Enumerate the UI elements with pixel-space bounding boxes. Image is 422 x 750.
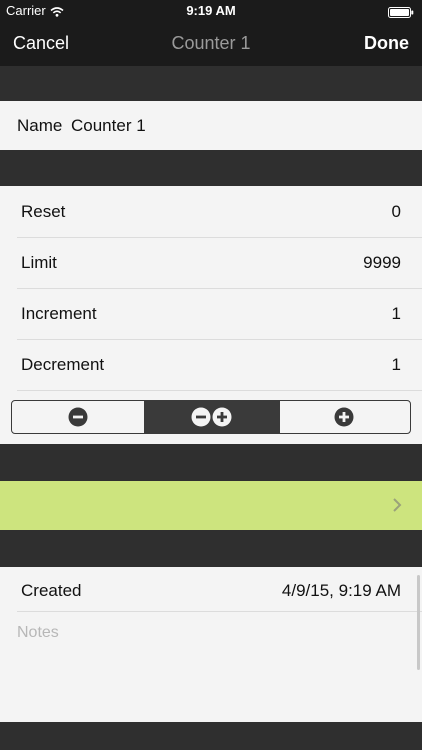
row-divider	[17, 390, 422, 391]
notes-field[interactable]: Notes	[17, 624, 59, 642]
plus-icon	[334, 407, 354, 427]
minus-plus-icon	[191, 407, 232, 427]
created-value: 4/9/15, 9:19 AM	[281, 581, 401, 600]
reset-value: 0	[391, 202, 401, 221]
reset-row[interactable]: Reset 0	[0, 186, 422, 237]
status-bar: Carrier 9:19 AM	[0, 0, 422, 22]
section-header	[0, 150, 422, 186]
reset-label: Reset	[21, 202, 66, 221]
both-mode-segment[interactable]	[144, 401, 280, 433]
decrement-row[interactable]: Decrement 1	[0, 339, 422, 390]
limit-value: 9999	[363, 253, 401, 272]
color-row[interactable]	[0, 481, 422, 530]
limit-row[interactable]: Limit 9999	[0, 237, 422, 288]
scroll-indicator	[417, 575, 420, 670]
decrement-value: 1	[391, 355, 401, 374]
mode-segmented-control	[11, 400, 411, 434]
minus-icon	[68, 407, 88, 427]
decrement-label: Decrement	[21, 355, 105, 374]
decrement-mode-segment[interactable]	[12, 401, 144, 433]
increment-mode-segment[interactable]	[278, 401, 410, 433]
created-label: Created	[21, 581, 82, 600]
increment-value: 1	[391, 304, 401, 323]
row-divider	[17, 611, 422, 612]
name-field-row[interactable]: Name Counter 1	[0, 101, 422, 150]
done-button[interactable]: Done	[364, 33, 409, 54]
section-header	[0, 530, 422, 567]
increment-row[interactable]: Increment 1	[0, 288, 422, 339]
page-title: Counter 1	[171, 33, 251, 53]
name-label: Name	[17, 116, 63, 135]
counter-edit-screen: Carrier 9:19 AM Cancel Counter 1 Done Na…	[0, 0, 422, 750]
section-header	[0, 444, 422, 481]
navigation-bar: Cancel Counter 1 Done	[0, 22, 422, 66]
chevron-right-icon	[392, 497, 402, 518]
section-footer	[0, 722, 422, 750]
section-header	[0, 66, 422, 101]
status-time: 9:19 AM	[186, 3, 236, 18]
battery-icon	[388, 6, 414, 21]
name-input[interactable]: Counter 1	[71, 116, 146, 136]
increment-label: Increment	[21, 304, 97, 323]
limit-label: Limit	[21, 253, 57, 272]
